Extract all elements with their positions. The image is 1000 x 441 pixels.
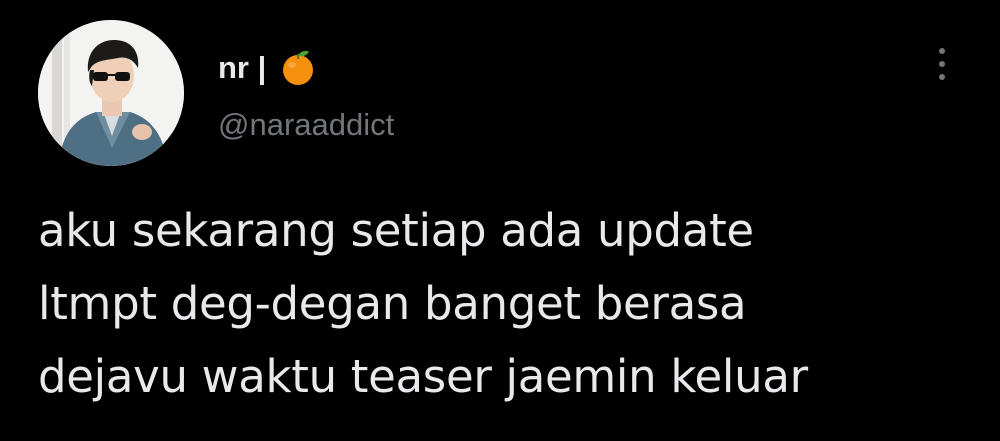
tweet-text-line: ltmpt deg-degan banget berasa [38, 277, 747, 330]
profile-photo-icon [38, 20, 184, 166]
tweet-text: aku sekarang setiap ada update ltmpt deg… [38, 194, 978, 413]
avatar[interactable] [38, 20, 184, 166]
vertical-ellipsis-icon [939, 61, 945, 67]
tweet-header: nr | [218, 42, 318, 92]
more-options-button[interactable] [928, 40, 956, 88]
vertical-ellipsis-icon [939, 74, 945, 80]
tweet-card: nr | @naraaddict aku sekarang setiap ada… [0, 0, 1000, 441]
tangerine-icon [278, 47, 318, 87]
tweet-text-line: aku sekarang setiap ada update [38, 204, 754, 257]
display-name[interactable]: nr | [218, 52, 266, 83]
tweet-text-line: dejavu waktu teaser jaemin keluar [38, 350, 808, 403]
username[interactable]: @naraaddict [218, 106, 394, 143]
vertical-ellipsis-icon [939, 48, 945, 54]
